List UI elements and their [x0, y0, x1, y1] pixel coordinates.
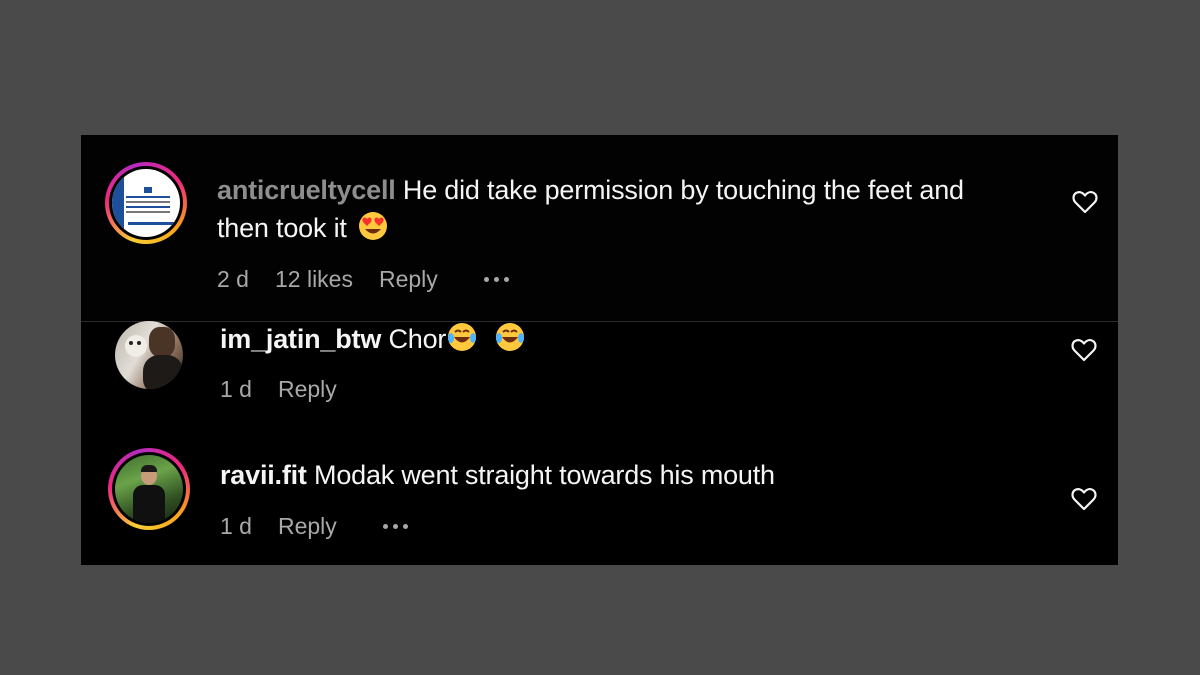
reply-button[interactable]: Reply	[379, 264, 438, 294]
comment-time: 1 d	[220, 513, 252, 539]
comments-panel: anticrueltycell He did take permission b…	[81, 135, 1118, 565]
more-options-icon[interactable]	[382, 523, 408, 529]
avatar[interactable]	[105, 162, 187, 244]
laughing-tears-emoji-icon	[495, 323, 524, 351]
comment-item: anticrueltycell He did take permission b…	[81, 135, 1118, 321]
comment-time: 1 d	[220, 376, 252, 402]
comment-body: Chor	[388, 324, 447, 354]
avatar[interactable]	[115, 321, 183, 389]
comment-text: ravii.fit Modak went straight towards hi…	[220, 456, 1080, 494]
comment-time: 2 d	[217, 266, 249, 292]
comment-meta: 1 d Reply	[220, 511, 434, 541]
comment-item: im_jatin_btw Chor 1 d Reply	[81, 320, 1118, 442]
reply-button[interactable]: Reply	[278, 511, 337, 541]
more-options-icon[interactable]	[483, 276, 509, 282]
username[interactable]: anticrueltycell	[217, 175, 396, 205]
avatar[interactable]	[108, 448, 190, 530]
username[interactable]: ravii.fit	[220, 460, 307, 490]
like-heart-icon[interactable]	[1071, 487, 1097, 511]
like-heart-icon[interactable]	[1071, 338, 1097, 362]
comment-body-line2: then took it	[217, 213, 347, 243]
comment-text: im_jatin_btw Chor	[220, 320, 1080, 358]
comment-body: He did take permission by touching the f…	[402, 175, 964, 205]
heart-eyes-emoji-icon	[359, 212, 387, 240]
laughing-tears-emoji-icon	[448, 323, 477, 351]
username[interactable]: im_jatin_btw	[220, 324, 381, 354]
like-count[interactable]: 12 likes	[275, 264, 353, 294]
comment-item: ravii.fit Modak went straight towards hi…	[81, 442, 1118, 565]
comment-text: anticrueltycell He did take permission b…	[217, 171, 1077, 247]
comment-meta: 1 d Reply	[220, 374, 363, 404]
like-heart-icon[interactable]	[1072, 190, 1098, 214]
comment-body: Modak went straight towards his mouth	[314, 460, 775, 490]
comment-meta: 2 d 12 likes Reply	[217, 264, 535, 294]
reply-button[interactable]: Reply	[278, 374, 337, 404]
